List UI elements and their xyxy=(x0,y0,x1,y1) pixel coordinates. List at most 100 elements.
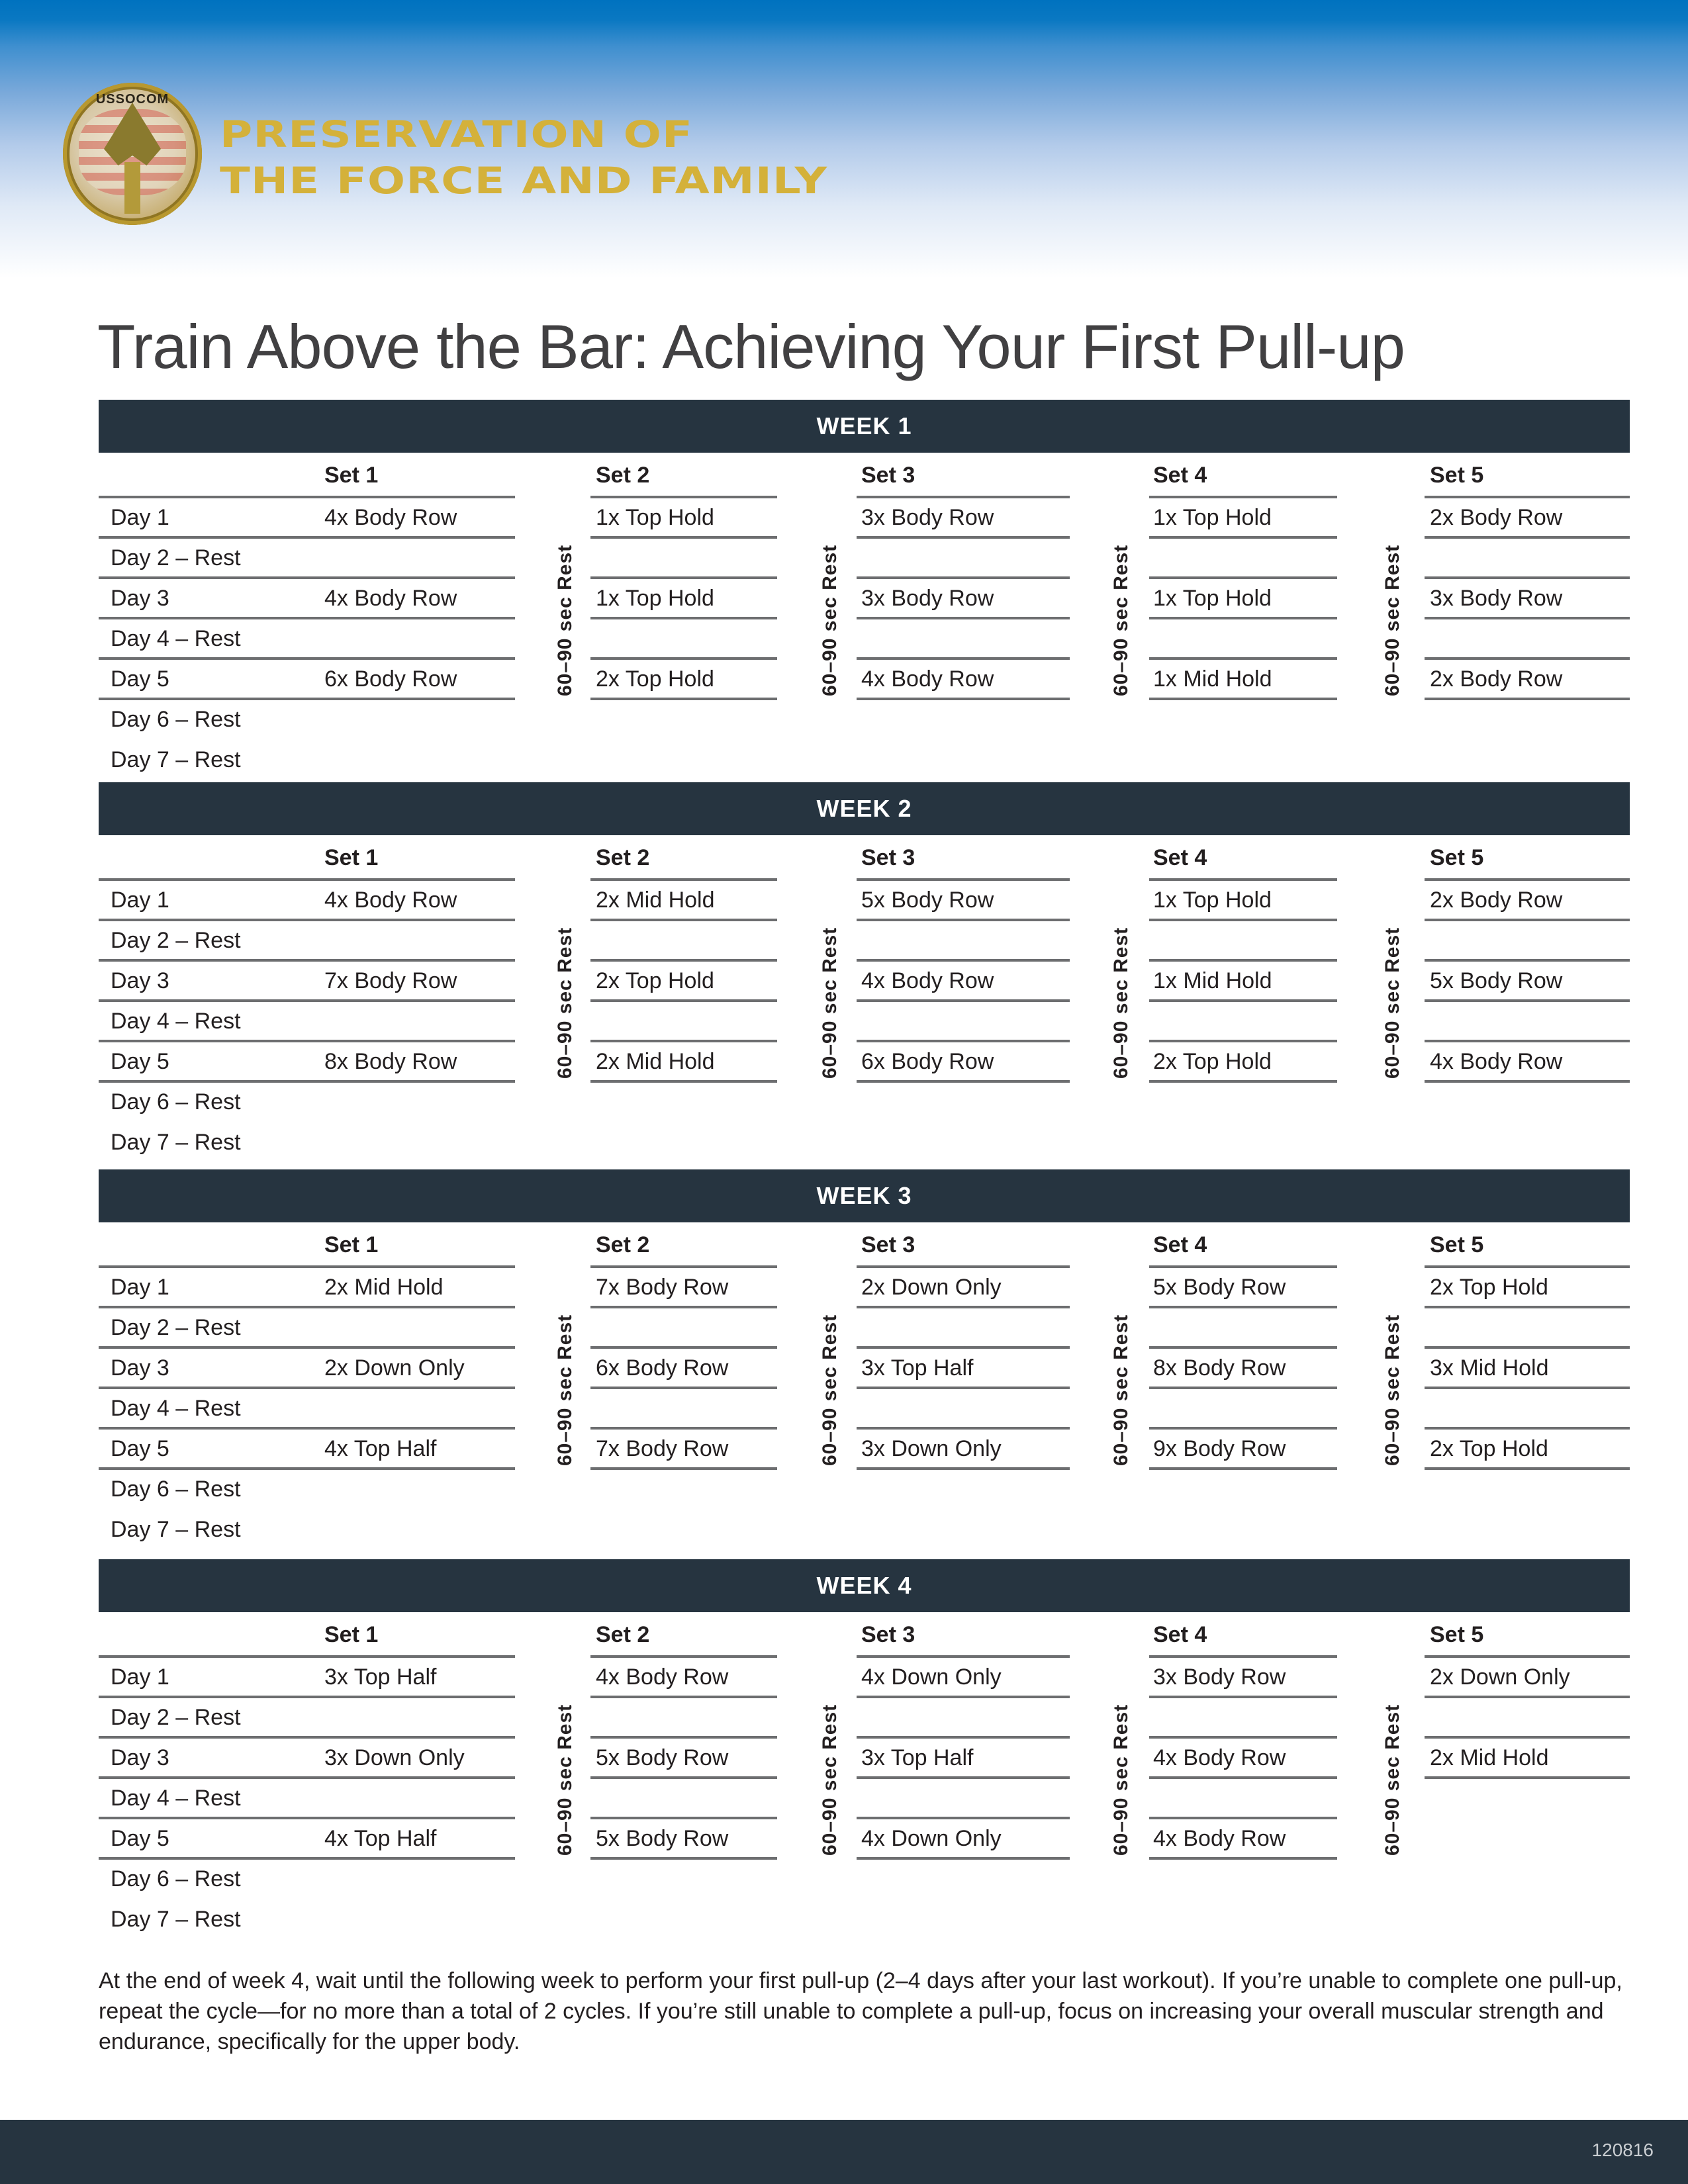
exercise-cell: 5x Body Row xyxy=(1430,968,1563,993)
exercise-cell: 5x Body Row xyxy=(596,1826,729,1851)
exercise-cell: 1x Top Hold xyxy=(596,505,714,530)
rest-interval-label: 60–90 sec Rest xyxy=(1382,1704,1403,1856)
day-label: Day 6 – Rest xyxy=(111,1477,241,1502)
row-divider xyxy=(590,959,777,962)
row-divider xyxy=(1149,1655,1337,1658)
exercise-cell: 2x Down Only xyxy=(861,1275,1002,1300)
row-divider xyxy=(857,617,1070,619)
exercise-cell: 4x Body Row xyxy=(324,586,457,611)
set-header: Set 1 xyxy=(324,463,379,488)
row-divider xyxy=(590,1776,777,1779)
day-label: Day 1 xyxy=(111,1664,169,1690)
exercise-cell: 4x Body Row xyxy=(324,887,457,913)
row-divider xyxy=(1149,959,1337,962)
exercise-cell: 7x Body Row xyxy=(596,1436,729,1461)
exercise-cell: 2x Top Hold xyxy=(596,968,714,993)
exercise-cell: 6x Body Row xyxy=(324,666,457,692)
rest-interval-label: 60–90 sec Rest xyxy=(1110,1704,1132,1856)
row-divider xyxy=(590,1040,777,1042)
row-divider xyxy=(857,1040,1070,1042)
row-divider xyxy=(590,1857,777,1860)
exercise-cell: 2x Top Hold xyxy=(1430,1436,1548,1461)
row-divider xyxy=(1149,576,1337,579)
exercise-cell: 1x Top Hold xyxy=(1153,887,1272,913)
row-divider xyxy=(857,1265,1070,1268)
row-divider xyxy=(857,1857,1070,1860)
row-divider xyxy=(1149,1467,1337,1470)
exercise-cell: 3x Top Half xyxy=(861,1745,974,1770)
exercise-cell: 4x Down Only xyxy=(861,1826,1002,1851)
row-divider xyxy=(99,657,515,660)
row-divider xyxy=(1149,919,1337,921)
row-divider xyxy=(1425,1736,1630,1739)
row-divider xyxy=(1149,536,1337,539)
row-divider xyxy=(590,999,777,1002)
set-header: Set 5 xyxy=(1430,1622,1484,1647)
row-divider xyxy=(857,1080,1070,1083)
set-header: Set 3 xyxy=(861,463,915,488)
rest-interval-label: 60–90 sec Rest xyxy=(819,927,841,1079)
row-divider xyxy=(1149,1346,1337,1349)
exercise-cell: 1x Mid Hold xyxy=(1153,968,1272,993)
rest-interval-label: 60–90 sec Rest xyxy=(1382,544,1403,696)
exercise-cell: 5x Body Row xyxy=(861,887,994,913)
set-header: Set 4 xyxy=(1153,463,1207,488)
row-divider xyxy=(857,1655,1070,1658)
day-label: Day 7 – Rest xyxy=(111,1130,241,1155)
row-divider xyxy=(857,496,1070,498)
rest-interval-label: 60–90 sec Rest xyxy=(1382,1314,1403,1466)
ussocom-seal-icon: USSOCOM xyxy=(63,83,202,225)
exercise-cell: 2x Down Only xyxy=(324,1355,465,1381)
set-header: Set 4 xyxy=(1153,1232,1207,1257)
day-label: Day 1 xyxy=(111,1275,169,1300)
week-header: WEEK 1 xyxy=(99,400,1630,453)
exercise-cell: 4x Top Half xyxy=(324,1436,437,1461)
week-header: WEEK 2 xyxy=(99,782,1630,835)
row-divider xyxy=(590,1387,777,1389)
row-divider xyxy=(99,1736,515,1739)
row-divider xyxy=(99,1346,515,1349)
set-header: Set 2 xyxy=(596,845,650,870)
exercise-cell: 3x Top Half xyxy=(861,1355,974,1381)
footer-bar: 120816 xyxy=(0,2120,1688,2184)
set-header: Set 1 xyxy=(324,845,379,870)
row-divider xyxy=(99,1265,515,1268)
exercise-cell: 2x Mid Hold xyxy=(1430,1745,1549,1770)
row-divider xyxy=(857,1817,1070,1819)
day-label: Day 3 xyxy=(111,968,169,993)
row-divider xyxy=(590,919,777,921)
day-label: Day 3 xyxy=(111,1355,169,1381)
day-label: Day 2 – Rest xyxy=(111,545,241,570)
day-label: Day 5 xyxy=(111,666,169,692)
exercise-cell: 8x Body Row xyxy=(1153,1355,1286,1381)
row-divider xyxy=(1149,657,1337,660)
exercise-cell: 2x Mid Hold xyxy=(596,1049,715,1074)
day-label: Day 4 – Rest xyxy=(111,626,241,651)
row-divider xyxy=(1425,576,1630,579)
row-divider xyxy=(590,1736,777,1739)
exercise-cell: 4x Top Half xyxy=(324,1826,437,1851)
row-divider xyxy=(99,1857,515,1860)
day-label: Day 5 xyxy=(111,1826,169,1851)
exercise-cell: 2x Down Only xyxy=(1430,1664,1570,1690)
row-divider xyxy=(1149,1080,1337,1083)
set-header: Set 2 xyxy=(596,463,650,488)
day-label: Day 3 xyxy=(111,586,169,611)
exercise-cell: 4x Body Row xyxy=(861,968,994,993)
footnote: At the end of week 4, wait until the fol… xyxy=(99,1968,1622,2054)
day-label: Day 1 xyxy=(111,887,169,913)
row-divider xyxy=(99,1387,515,1389)
exercise-cell: 3x Top Half xyxy=(324,1664,437,1690)
exercise-cell: 2x Body Row xyxy=(1430,887,1563,913)
exercise-cell: 2x Top Hold xyxy=(596,666,714,692)
set-header: Set 2 xyxy=(596,1622,650,1647)
set-header: Set 2 xyxy=(596,1232,650,1257)
row-divider xyxy=(1149,1040,1337,1042)
set-header: Set 3 xyxy=(861,845,915,870)
row-divider xyxy=(1425,1696,1630,1698)
exercise-cell: 7x Body Row xyxy=(596,1275,729,1300)
rest-interval-label: 60–90 sec Rest xyxy=(1110,544,1132,696)
row-divider xyxy=(590,1306,777,1308)
week-4-block: WEEK 4 Set 1 Set 2 Set 3 Set 4 Set 5 Day 1 Day … xyxy=(99,1559,1630,1943)
brand-line-2: THE FORCE AND FAMILY xyxy=(220,159,828,202)
